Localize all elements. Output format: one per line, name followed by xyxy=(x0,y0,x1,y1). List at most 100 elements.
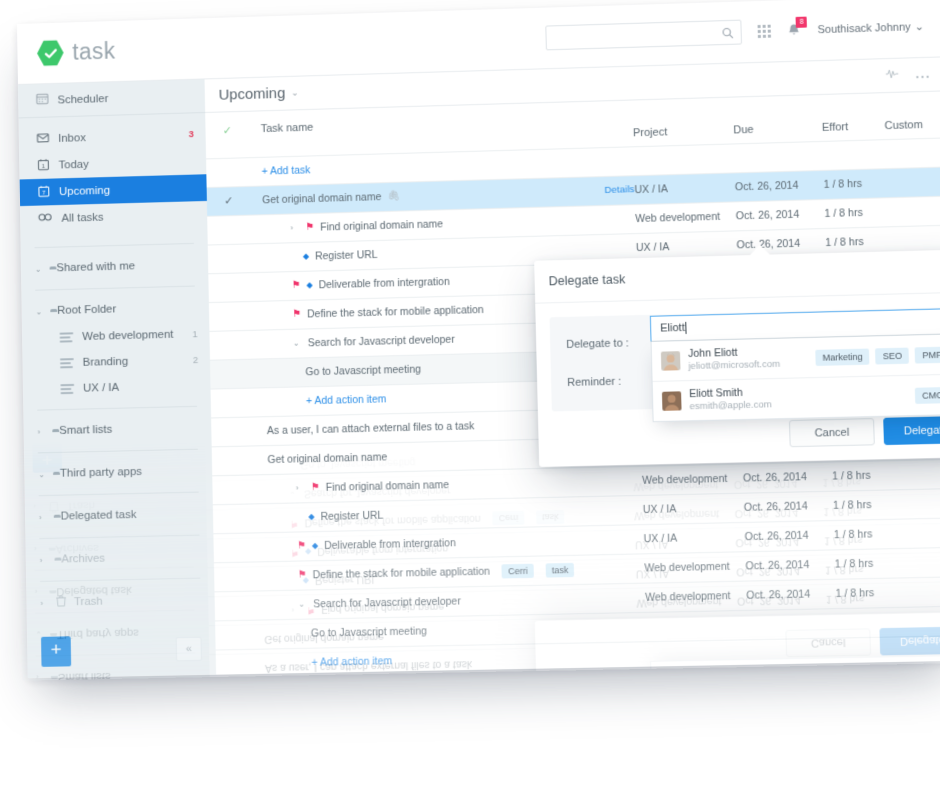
search-icon[interactable] xyxy=(722,26,734,38)
sidebar-group-archives[interactable]: › Archives xyxy=(26,542,214,574)
autocomplete-item[interactable]: Eliott Smith esmith@apple.com CMO xyxy=(653,375,940,422)
table-row[interactable]: ⌄ Search for Javascript developer Web deve… xyxy=(214,576,940,621)
project-cell: Web development xyxy=(644,580,747,612)
sidebar-group-third-party-apps[interactable]: ⌄ Third party apps xyxy=(24,456,212,488)
view-switcher[interactable]: Upcoming ⌄ xyxy=(218,85,298,104)
row-check-cell[interactable]: ✓ xyxy=(206,185,251,216)
add-action-cell[interactable]: + Add action item xyxy=(259,641,648,678)
row-check-cell[interactable] xyxy=(215,619,260,650)
row-check-cell[interactable] xyxy=(207,214,252,245)
notifications-button[interactable]: 8 xyxy=(787,16,808,38)
column-header-due[interactable]: Due xyxy=(732,94,823,144)
cancel-button[interactable]: Cancel xyxy=(788,418,875,448)
row-check-cell[interactable] xyxy=(209,329,254,360)
chevron-down-icon[interactable]: ⌄ xyxy=(35,264,43,273)
delegate-autocomplete: Eliott John Eliottjeliott@microsoft.com M… xyxy=(649,308,940,423)
flag-icon[interactable]: ⚑ xyxy=(311,482,320,493)
add-action-item-button[interactable]: + Add action item xyxy=(271,655,392,669)
task-name-cell[interactable]: ⚑ Define the stack for mobile application… xyxy=(257,553,645,591)
column-header-check[interactable]: ✓ xyxy=(205,111,250,159)
effort-cell: 1 / 8 hrs xyxy=(832,489,897,521)
row-check-cell[interactable] xyxy=(213,532,258,563)
chevron-right-icon[interactable]: › xyxy=(39,512,47,522)
sidebar-subitem-ux-ia[interactable]: UX / IA xyxy=(23,373,211,403)
search-input[interactable] xyxy=(553,26,723,44)
chevron-down-icon[interactable]: ⌄ xyxy=(36,307,44,316)
chevron-down-icon[interactable]: ⌄ xyxy=(293,339,302,348)
add-button[interactable]: + xyxy=(41,636,72,667)
delegate-to-input[interactable]: Eliott xyxy=(649,308,940,342)
table-row[interactable]: Go to Javascript meeting xyxy=(215,605,940,650)
chevron-down-icon[interactable]: ⌄ xyxy=(38,470,46,479)
effort-cell: 1 / 8 hrs xyxy=(826,284,891,316)
sidebar-divider xyxy=(37,405,198,411)
effort-cell xyxy=(822,139,886,170)
sidebar-divider xyxy=(39,534,200,540)
delegate-button[interactable]: Delegate xyxy=(883,415,940,446)
contact-tag[interactable]: SEO xyxy=(875,347,910,364)
task-name-cell[interactable]: ⌄ Search for Javascript developer xyxy=(258,582,646,620)
ellipsis-icon[interactable] xyxy=(915,65,930,83)
row-check-cell[interactable] xyxy=(212,503,258,534)
collapse-sidebar-button[interactable]: « xyxy=(175,636,202,662)
row-check-cell[interactable] xyxy=(211,416,256,447)
sidebar-item-scheduler[interactable]: Scheduler xyxy=(18,79,206,119)
page-title: Upcoming xyxy=(218,84,286,104)
flag-icon[interactable]: ⚑ xyxy=(298,569,307,580)
chevron-right-icon[interactable]: › xyxy=(40,555,48,564)
app-root: task xyxy=(17,0,940,679)
flag-icon[interactable]: ⚑ xyxy=(297,540,306,551)
task-tag[interactable]: Cerri xyxy=(501,563,534,578)
row-check-cell[interactable] xyxy=(215,648,260,679)
row-check-cell[interactable] xyxy=(208,272,253,303)
chevron-right-icon[interactable]: › xyxy=(296,483,305,492)
column-header-effort[interactable]: Effort xyxy=(820,93,885,141)
chevron-down-icon[interactable]: ⌄ xyxy=(298,600,307,609)
chevron-right-icon[interactable]: › xyxy=(40,598,48,607)
row-check-cell[interactable] xyxy=(209,358,255,389)
sidebar-item-all-tasks[interactable]: All tasks xyxy=(20,201,207,233)
row-check-cell[interactable] xyxy=(212,474,257,505)
flag-icon[interactable]: ⚑ xyxy=(292,280,301,291)
sidebar-group-smart-lists[interactable]: › Smart lists xyxy=(24,413,212,445)
user-menu[interactable]: Southisack Johnny ⌄ xyxy=(817,20,924,36)
flag-icon[interactable]: ⚑ xyxy=(305,222,314,233)
grid-apps-icon[interactable] xyxy=(757,24,772,38)
row-check-cell[interactable] xyxy=(213,561,259,592)
row-check-cell[interactable] xyxy=(214,590,259,621)
due-cell: Oct. 26, 2014 xyxy=(736,228,826,260)
project-cell: UX / IA xyxy=(642,492,745,525)
chevron-right-icon[interactable]: › xyxy=(38,427,46,436)
contact-tag[interactable]: Marketing xyxy=(815,348,870,366)
brand-logo[interactable]: task xyxy=(17,35,194,67)
add-task-button[interactable]: + Add task xyxy=(261,164,310,177)
sidebar-item-label: Inbox xyxy=(58,131,86,145)
project-cell: UX / IA xyxy=(640,404,742,437)
sidebar-group-trash[interactable]: › Trash xyxy=(26,585,214,617)
task-name-cell[interactable]: Go to Javascript meeting xyxy=(258,611,647,649)
row-check-cell[interactable] xyxy=(210,387,255,418)
due-cell xyxy=(739,344,830,376)
table-row-add-action[interactable]: + Add action item xyxy=(215,635,940,679)
contact-tag[interactable]: CMO xyxy=(914,386,940,404)
column-header-project[interactable]: Project xyxy=(632,97,734,147)
task-tag[interactable]: task xyxy=(545,562,575,578)
sidebar-group-delegated-task[interactable]: › Delegated task xyxy=(25,499,213,531)
contact-tag[interactable]: PMP xyxy=(915,346,940,364)
row-check-cell[interactable] xyxy=(208,300,253,331)
table-row[interactable]: ⚑ Define the stack for mobile application… xyxy=(213,546,940,592)
add-action-item-button[interactable]: + Add action item xyxy=(266,393,387,408)
sidebar-group-shared-with-me[interactable]: ⌄ Shared with me xyxy=(21,250,208,283)
details-link[interactable]: Details xyxy=(604,184,634,196)
row-check-cell[interactable] xyxy=(206,157,251,188)
effort-cell xyxy=(829,372,893,403)
autocomplete-item[interactable]: John Eliott jeliott@microsoft.com Marketin… xyxy=(651,334,940,382)
row-check-cell[interactable] xyxy=(211,445,256,476)
column-header-custom[interactable]: Custom xyxy=(883,91,940,140)
row-check-cell[interactable] xyxy=(207,243,252,274)
flag-icon[interactable]: ⚑ xyxy=(292,309,301,320)
attachment-icon[interactable]: 🖇 xyxy=(387,191,400,202)
chevron-right-icon[interactable]: › xyxy=(290,223,299,232)
search-box[interactable] xyxy=(545,19,743,51)
activity-filter-icon[interactable] xyxy=(885,66,900,84)
